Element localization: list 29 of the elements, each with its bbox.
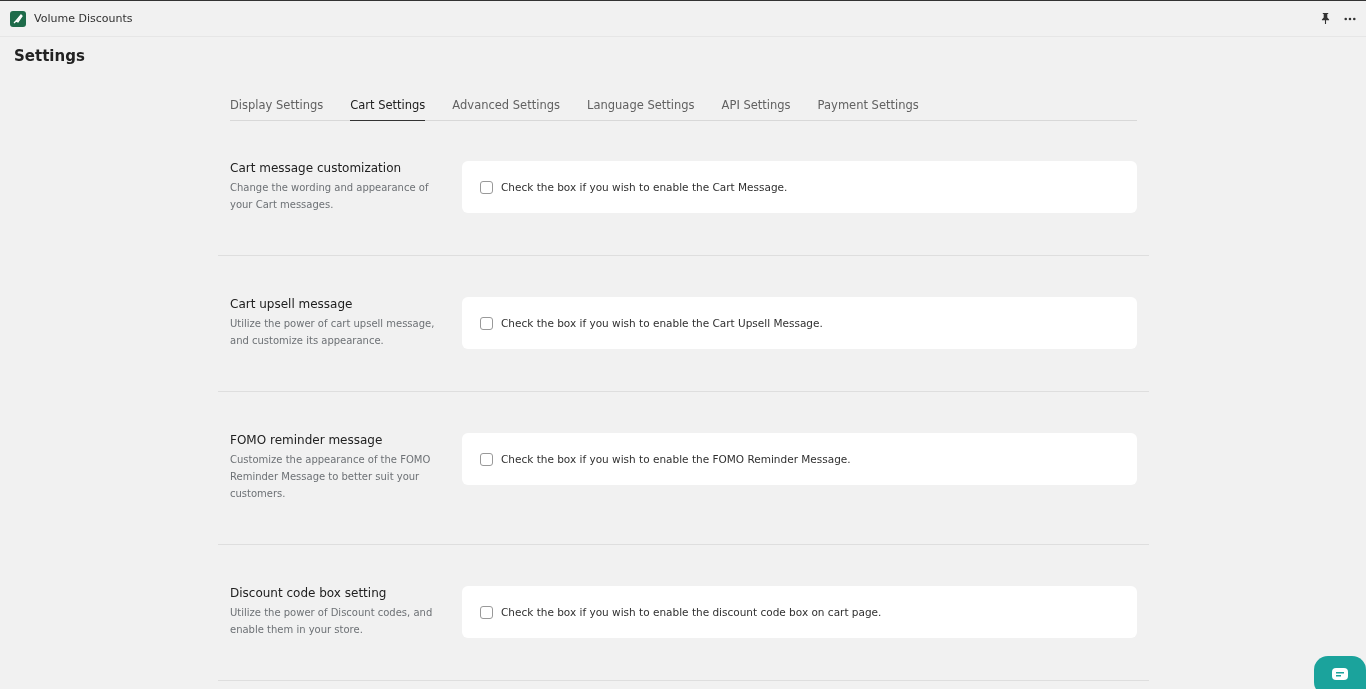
settings-tab[interactable]: Cart Settings: [350, 93, 426, 121]
section-description: Utilize the power of cart upsell message, and customize its appearance.: [230, 317, 436, 348]
checkbox-label[interactable]: Check the box if you wish to enable the Cart Message.: [501, 181, 788, 193]
checkbox-label[interactable]: Check the box if you wish to enable the FOMO Reminder Message.: [501, 453, 851, 465]
section-description: Customize the appearance of the FOMO Reminder Message to better suit your customers.: [230, 453, 432, 501]
section-title: Cart upsell message: [230, 297, 354, 311]
checkbox[interactable]: [480, 180, 493, 194]
checkbox-label[interactable]: Check the box if you wish to enable the Cart Upsell Message.: [501, 317, 823, 329]
page-title: Settings: [13, 46, 86, 67]
settings-tab[interactable]: API Settings: [721, 93, 791, 121]
checkbox[interactable]: [480, 605, 493, 619]
section-title: FOMO reminder message: [230, 433, 384, 447]
pin-icon[interactable]: [1321, 13, 1330, 24]
app-logo-icon: [10, 10, 26, 27]
checkbox[interactable]: [480, 316, 493, 330]
settings-tab[interactable]: Language Settings: [587, 93, 695, 121]
section-description: Change the wording and appearance of your Cart messages.: [230, 181, 430, 212]
checkbox[interactable]: [480, 452, 493, 466]
chat-button[interactable]: [1314, 656, 1366, 689]
more-options-icon[interactable]: [1344, 16, 1356, 21]
app-title: Volume Discounts: [34, 12, 133, 25]
section-title: Discount code box setting: [230, 586, 388, 600]
chat-icon: [1332, 668, 1348, 680]
settings-tab[interactable]: Advanced Settings: [452, 93, 560, 121]
checkbox-label[interactable]: Check the box if you wish to enable the discount code box on cart page.: [501, 606, 882, 618]
section-description: Utilize the power of Discount codes, and enable them in your store.: [230, 606, 434, 637]
settings-tab[interactable]: Display Settings: [230, 93, 324, 121]
settings-tab[interactable]: Payment Settings: [817, 93, 919, 121]
section-title: Cart message customization: [230, 161, 403, 175]
